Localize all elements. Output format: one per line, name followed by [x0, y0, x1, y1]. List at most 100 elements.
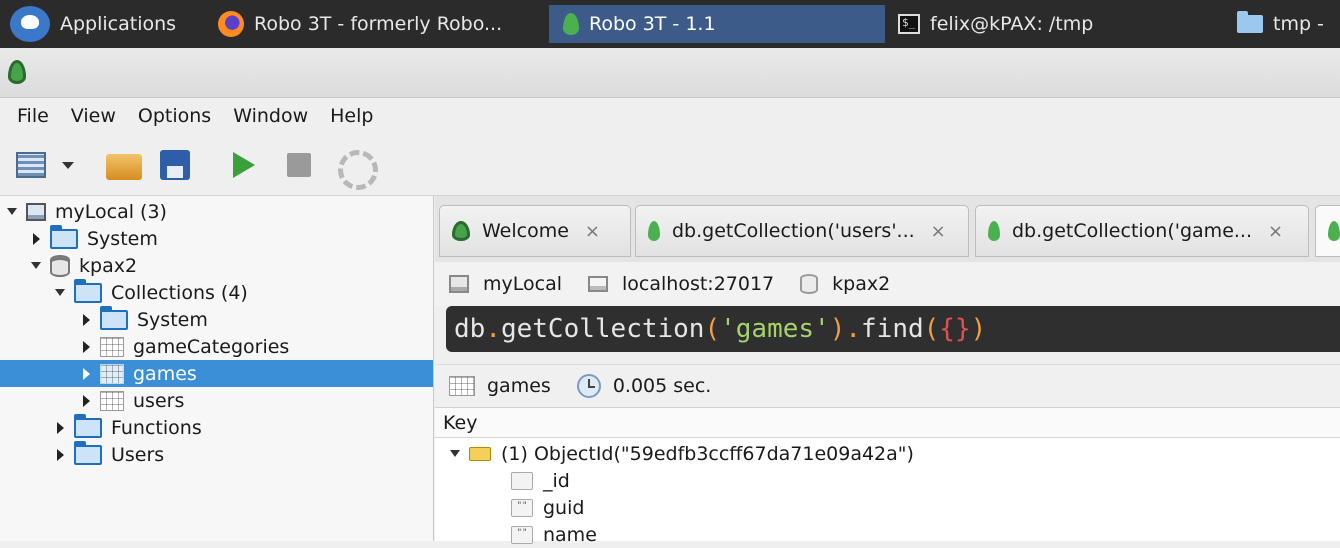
query-token-dot: .: [845, 314, 862, 344]
tree-collections-system-folder[interactable]: System: [0, 305, 433, 333]
collapse-arrow-icon[interactable]: [80, 368, 92, 380]
window-title-bar: [0, 48, 1340, 98]
menu-help[interactable]: Help: [319, 105, 384, 127]
expand-arrow-icon[interactable]: [449, 450, 461, 457]
tree-functions-folder[interactable]: Functions: [0, 413, 433, 441]
tree-system-folder[interactable]: System: [0, 224, 433, 252]
save-icon[interactable]: [158, 148, 192, 182]
connect-icon[interactable]: [12, 148, 50, 182]
tree-item-label: games: [133, 362, 197, 385]
open-folder-icon[interactable]: [104, 148, 144, 182]
tree-item-label: Users: [111, 443, 165, 466]
document-label: (1) ObjectId("59edfb3ccff67da71e09a42a"): [501, 442, 914, 465]
tree-database-kpax2[interactable]: kpax2: [0, 252, 433, 279]
folder-icon: [1237, 11, 1263, 33]
collapse-arrow-icon[interactable]: [80, 395, 92, 407]
tab-games-query[interactable]: db.getCollection('game... ×: [975, 205, 1309, 257]
collapse-arrow-icon[interactable]: [54, 449, 66, 461]
collapse-arrow-icon[interactable]: [30, 233, 42, 245]
object-document-icon: [469, 446, 491, 461]
mongodb-leaf-icon: [988, 221, 1000, 241]
taskbar-terminal-window[interactable]: $_ felix@kPAX: /tmp: [888, 5, 1224, 43]
collection-table-icon: [100, 336, 124, 357]
robo3t-leaf-icon: [452, 221, 470, 241]
terminal-icon: $_: [898, 14, 920, 34]
taskbar-firefox-window[interactable]: Robo 3T - formerly Robo...: [208, 5, 546, 43]
collapse-arrow-icon[interactable]: [80, 314, 92, 326]
expand-arrow-icon[interactable]: [30, 262, 42, 269]
connect-dropdown-icon[interactable]: [62, 162, 74, 169]
server-icon: [449, 275, 469, 293]
database-icon: [800, 274, 819, 294]
collapse-arrow-icon[interactable]: [54, 422, 66, 434]
expand-arrow-icon[interactable]: [54, 289, 66, 296]
tree-item-label: Collections (4): [111, 281, 248, 304]
clock-icon: [576, 374, 601, 398]
tab-label: db.getCollection('game...: [1012, 220, 1252, 242]
result-field-row[interactable]: "" guid: [435, 494, 584, 521]
tab-welcome[interactable]: Welcome ×: [439, 205, 631, 257]
tree-item-label: System: [87, 227, 158, 250]
toolbar: [0, 134, 1340, 196]
string-field-icon: "": [511, 498, 533, 517]
applications-menu-button[interactable]: Applications: [0, 5, 205, 43]
execute-icon[interactable]: [233, 152, 255, 178]
tree-collections-folder[interactable]: Collections (4): [0, 278, 433, 306]
tree-collection-users[interactable]: users: [0, 387, 433, 414]
xfce-mouse-icon: [10, 6, 50, 42]
tree-item-label: users: [133, 389, 185, 412]
tree-connection-mylocal[interactable]: myLocal (3): [0, 198, 433, 225]
tree-item-label: gameCategories: [133, 335, 290, 358]
tree-item-label: System: [137, 308, 208, 331]
tree-users-folder[interactable]: Users: [0, 440, 433, 468]
tab-label: db.getCollection('users'...: [672, 220, 915, 242]
collection-table-icon: [100, 390, 124, 411]
collection-table-icon: [449, 376, 475, 396]
collapse-arrow-icon[interactable]: [80, 341, 92, 353]
results-column-header[interactable]: Key: [435, 408, 1340, 438]
mongodb-leaf-icon: [1328, 221, 1340, 241]
menubar: File View Options Window Help: [0, 98, 1340, 134]
tree-collection-gamecategories[interactable]: gameCategories: [0, 333, 433, 360]
field-name: _id: [543, 469, 570, 492]
taskbar-item-label: felix@kPAX: /tmp: [930, 13, 1094, 35]
mongodb-leaf-icon: [648, 221, 660, 241]
query-token-function: find: [861, 314, 924, 344]
info-connection: myLocal: [449, 273, 562, 295]
result-field-row[interactable]: "" name: [435, 521, 597, 548]
database-explorer-tree: myLocal (3) System kpax2 Collections (4)…: [0, 196, 434, 541]
refresh-icon[interactable]: [332, 148, 376, 182]
query-editor[interactable]: db. getCollection('games'). find({}): [446, 306, 1340, 352]
menu-window[interactable]: Window: [222, 105, 319, 127]
objectid-field-icon: [511, 471, 533, 490]
query-token-dot: .: [485, 314, 501, 344]
close-icon[interactable]: ×: [585, 221, 600, 242]
stop-icon[interactable]: [287, 153, 311, 177]
close-icon[interactable]: ×: [1268, 221, 1283, 242]
robo3t-leaf-icon: [563, 13, 579, 35]
query-token-function: getCollection: [500, 314, 705, 344]
menu-options[interactable]: Options: [127, 105, 222, 127]
taskbar-item-label: tmp -: [1273, 13, 1324, 35]
tab-users-query[interactable]: db.getCollection('users'... ×: [635, 205, 969, 257]
menu-file[interactable]: File: [6, 105, 60, 127]
query-token-paren: ): [829, 314, 846, 344]
results-tree-view: Key (1) ObjectId("59edfb3ccff67da71e09a4…: [435, 408, 1340, 546]
applications-label: Applications: [60, 13, 177, 35]
tree-item-label: kpax2: [79, 254, 138, 277]
expand-arrow-icon[interactable]: [6, 208, 18, 215]
taskbar-folder-window[interactable]: tmp -: [1227, 5, 1340, 43]
folder-icon: [74, 278, 102, 303]
result-document-row[interactable]: (1) ObjectId("59edfb3ccff67da71e09a42a"): [435, 440, 914, 467]
result-field-row[interactable]: _id: [435, 467, 570, 494]
firefox-icon: [218, 11, 244, 37]
menu-view[interactable]: View: [60, 105, 127, 127]
info-database: kpax2: [800, 273, 890, 295]
tree-collection-games[interactable]: games: [0, 360, 433, 387]
host-icon: [588, 276, 608, 292]
tab-active-partial[interactable]: [1315, 205, 1340, 257]
close-icon[interactable]: ×: [931, 221, 946, 242]
query-token-braces: {}: [939, 314, 971, 344]
query-token-paren: ): [970, 314, 987, 344]
taskbar-robo3t-window[interactable]: Robo 3T - 1.1: [549, 5, 885, 43]
